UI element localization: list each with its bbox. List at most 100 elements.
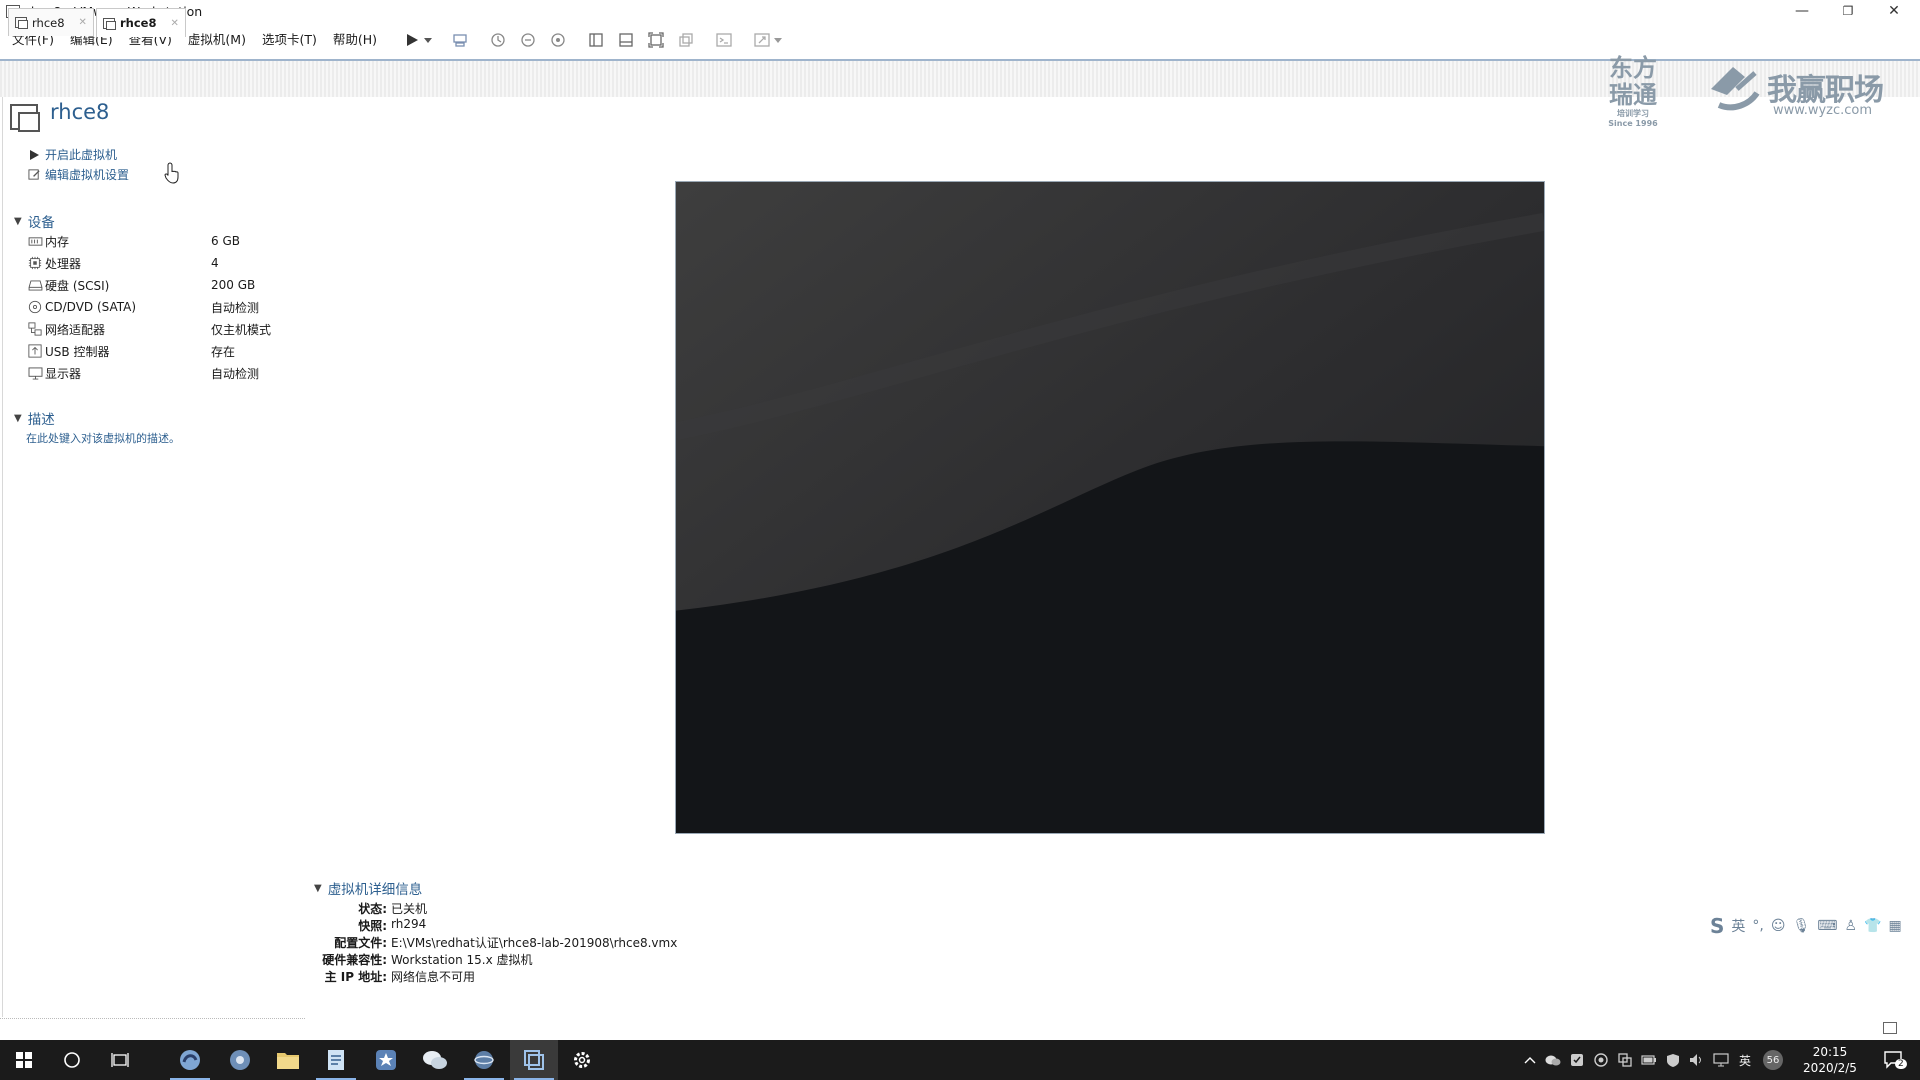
left-border [2,97,3,1017]
taskbar-clock[interactable]: 20:15 2020/2/5 [1790,1044,1870,1076]
device-row-network-adapter[interactable]: 网络适配器 仅主机模式 [27,319,287,339]
device-row-usb-controller[interactable]: USB 控制器 存在 [27,341,287,361]
ime-language-label[interactable]: 英 [1731,916,1745,936]
clock-time: 20:15 [1812,1045,1848,1059]
tray-wechat-icon[interactable] [1542,1040,1564,1080]
ime-user-icon[interactable]: ♙ [1844,918,1857,934]
taskbar-app-star-icon[interactable] [362,1040,410,1080]
taskbar-notepad-icon[interactable] [312,1040,360,1080]
console-view-icon[interactable] [713,29,735,51]
show-thumbnail-bar-icon[interactable] [615,29,637,51]
message-log-icon[interactable] [1883,1022,1897,1034]
menu-tabs[interactable]: 选项卡(T) [254,28,325,52]
search-cortana-icon[interactable] [48,1040,96,1080]
tray-volume-icon[interactable] [1686,1040,1708,1080]
display-icon [27,366,43,380]
snapshot-manager-icon[interactable] [547,29,569,51]
tray-vmware-icon[interactable] [1614,1040,1636,1080]
vm-tab-icon [15,17,28,29]
tab-label: rhce8 [32,15,65,30]
tab-rhce8-active[interactable]: rhce8 ✕ [96,8,186,37]
edit-vm-settings-link[interactable]: 编辑虚拟机设置 [27,166,129,183]
tray-app-icon[interactable] [1590,1040,1612,1080]
device-row-memory[interactable]: 内存 6 GB [27,231,287,251]
collapse-caret-icon: ▼ [14,412,22,424]
ime-punctuation-icon[interactable]: °, [1752,918,1763,934]
notification-count: 2 [1895,1059,1907,1069]
memory-icon [27,234,43,248]
description-section-header[interactable]: ▼ 描述 [14,408,55,428]
ime-voice-icon[interactable]: 🎙 [1792,918,1810,934]
vm-screen-preview[interactable] [675,181,1545,834]
taskbar-vmware-icon[interactable] [510,1040,558,1080]
vm-icon [10,104,40,132]
power-on-vm-link[interactable]: 开启此虚拟机 [27,146,117,163]
ime-skin-icon[interactable]: 👕 [1864,918,1881,934]
power-dropdown-chevron-icon[interactable] [423,29,433,51]
devices-section-header[interactable]: ▼ 设备 [14,211,55,231]
taskbar-app-media-icon[interactable] [216,1040,264,1080]
device-row-display[interactable]: 显示器 自动检测 [27,363,287,383]
collapse-caret-icon: ▼ [14,215,22,227]
usb-controller-icon [27,344,43,358]
device-row-hard-disk[interactable]: 硬盘 (SCSI) 200 GB [27,275,287,295]
network-adapter-icon [27,322,43,336]
action-center-notification-icon[interactable]: 2 [1874,1040,1914,1080]
taskbar-wechat-icon[interactable] [411,1040,459,1080]
ime-toolbox-icon[interactable]: ▦ [1888,918,1901,934]
detail-row-snapshot: 快照: rh294 [358,917,427,933]
taskbar: 英 56 20:15 2020/2/5 2 [0,1040,1920,1080]
cd-dvd-icon [27,300,43,314]
minimize-button[interactable]: — [1780,0,1824,22]
ime-emoji-icon[interactable]: ☺ [1771,918,1786,934]
tab-close-icon[interactable]: ✕ [170,18,178,29]
collapse-caret-icon: ▼ [314,882,322,894]
play-icon [27,148,41,162]
ime-keyboard-icon[interactable]: ⌨ [1817,918,1837,934]
wyzc-mark-icon [1711,67,1760,111]
vm-details-section-header[interactable]: ▼ 虚拟机详细信息 [314,878,422,898]
tray-security-icon[interactable] [1566,1040,1588,1080]
task-view-icon[interactable] [96,1040,144,1080]
tab-close-icon[interactable]: ✕ [79,17,87,28]
show-library-icon[interactable] [585,29,607,51]
description-input[interactable]: 在此处键入对该虚拟机的描述。 [26,430,180,446]
device-row-processor[interactable]: 处理器 4 [27,253,287,273]
tray-battery-icon[interactable] [1638,1040,1660,1080]
dongfang-ruitong-logo: 东方 瑞通 培训学习 Since 1996 [1608,54,1658,129]
power-on-play-icon[interactable] [401,29,423,51]
tray-show-hidden-chevron-icon[interactable] [1520,1040,1540,1080]
menu-vm[interactable]: 虚拟机(M) [180,28,254,52]
close-button[interactable]: ✕ [1872,0,1916,22]
tray-defender-shield-icon[interactable] [1662,1040,1684,1080]
full-screen-icon[interactable] [645,29,667,51]
tray-network-icon[interactable] [1710,1040,1732,1080]
vm-name-title: rhce8 [50,100,110,124]
tray-input-language[interactable]: 英 [1734,1040,1756,1080]
send-ctrl-alt-del-icon[interactable] [449,29,471,51]
start-windows-icon[interactable] [0,1040,48,1080]
stretch-dropdown-chevron-icon[interactable] [773,29,783,51]
edit-settings-icon [27,168,41,182]
tray-badge-icon[interactable]: 56 [1760,1040,1786,1080]
tab-label: rhce8 [120,16,157,30]
processor-icon [27,256,43,270]
taskbar-settings-gear-icon[interactable] [558,1040,606,1080]
taskbar-app-browser-icon[interactable] [166,1040,214,1080]
detail-row-config-file: 配置文件: E:\VMs\redhat认证\rhce8-lab-201908\r… [334,936,678,950]
taskbar-app-globe-icon[interactable] [460,1040,508,1080]
ime-toolbar: S 英 °, ☺ 🎙 ⌨ ♙ 👕 ▦ [1710,912,1915,940]
restore-button[interactable]: ❐ [1826,0,1870,22]
wyzc-logo: 我赢职场 www.wyzc.com [1705,55,1895,125]
snapshot-icon[interactable] [487,29,509,51]
stretch-guest-icon[interactable] [751,29,773,51]
sogou-ime-icon[interactable]: S [1710,914,1724,938]
revert-snapshot-icon[interactable] [517,29,539,51]
menu-help[interactable]: 帮助(H) [325,28,385,52]
device-row-cd-dvd[interactable]: CD/DVD (SATA) 自动检测 [27,297,287,317]
vm-preview-image [676,182,1544,833]
detail-row-hardware-compat: 硬件兼容性: Workstation 15.x 虚拟机 [322,953,533,967]
taskbar-file-explorer-icon[interactable] [264,1040,312,1080]
tab-rhce8-inactive[interactable]: rhce8 ✕ [8,8,94,36]
unity-icon[interactable] [675,29,697,51]
